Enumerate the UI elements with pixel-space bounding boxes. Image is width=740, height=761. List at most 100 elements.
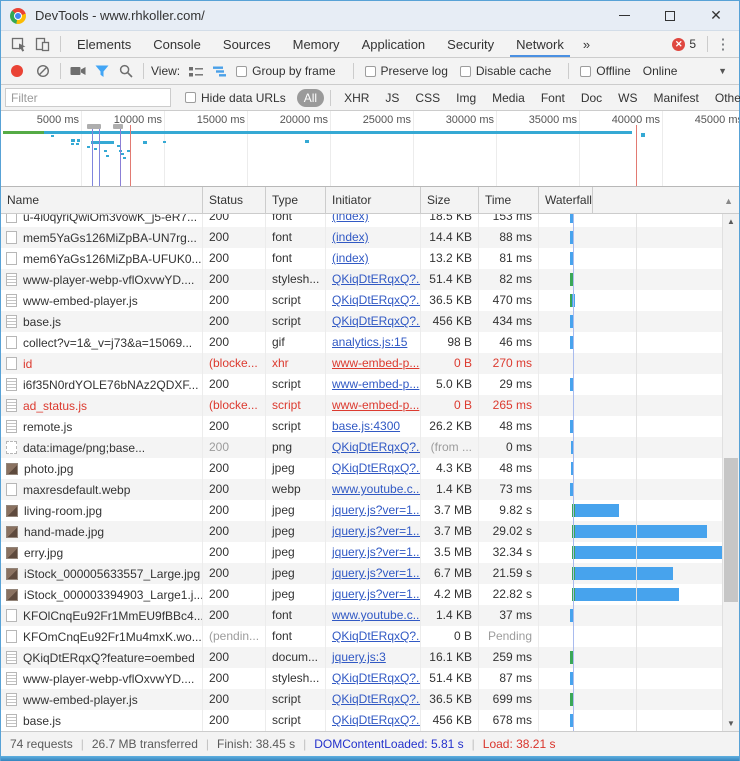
- initiator-link[interactable]: QKiqDtERqxQ?...: [332, 440, 421, 454]
- type-filter-ws[interactable]: WS: [611, 89, 644, 107]
- error-badge[interactable]: ✕ 5: [672, 37, 702, 51]
- column-header-status[interactable]: Status: [203, 187, 266, 213]
- initiator-link[interactable]: jquery.js:3: [332, 650, 386, 664]
- initiator-link[interactable]: www.youtube.c...: [332, 608, 421, 622]
- sort-arrow-icon[interactable]: ▲: [724, 196, 733, 206]
- offline-checkbox[interactable]: Offline: [580, 64, 630, 78]
- initiator-link[interactable]: www-embed-p...: [332, 398, 419, 412]
- column-header-type[interactable]: Type: [266, 187, 326, 213]
- type-filter-font[interactable]: Font: [534, 89, 572, 107]
- initiator-link[interactable]: jquery.js?ver=1...: [332, 503, 421, 517]
- table-row[interactable]: iStock_000003394903_Large1.j...200jpegjq…: [1, 584, 724, 605]
- initiator-link[interactable]: QKiqDtERqxQ?...: [332, 713, 421, 727]
- table-row[interactable]: id(blocke...xhrwww-embed-p...0 B270 ms: [1, 353, 724, 374]
- maximize-button[interactable]: [647, 1, 693, 30]
- column-header-initiator[interactable]: Initiator: [326, 187, 421, 213]
- search-button[interactable]: [114, 59, 138, 83]
- table-row[interactable]: www-embed-player.js200scriptQKiqDtERqxQ?…: [1, 290, 724, 311]
- initiator-link[interactable]: (index): [332, 230, 369, 244]
- table-row[interactable]: i6f35N0rdYOLE76bNAz2QDXF...200scriptwww-…: [1, 374, 724, 395]
- hide-data-urls-checkbox[interactable]: Hide data URLs: [185, 91, 286, 105]
- initiator-link[interactable]: QKiqDtERqxQ?...: [332, 272, 421, 286]
- vertical-scrollbar[interactable]: ▲ ▼: [722, 214, 739, 731]
- table-row[interactable]: collect?v=1&_v=j73&a=15069...200gifanaly…: [1, 332, 724, 353]
- disable-cache-checkbox[interactable]: Disable cache: [460, 64, 551, 78]
- type-filter-css[interactable]: CSS: [408, 89, 447, 107]
- timeline-drag-handle[interactable]: [113, 124, 123, 129]
- tab-console[interactable]: Console: [142, 31, 212, 57]
- type-filter-media[interactable]: Media: [485, 89, 532, 107]
- type-filter-other[interactable]: Other: [708, 89, 740, 107]
- initiator-link[interactable]: (index): [332, 214, 369, 223]
- column-header-size[interactable]: Size: [421, 187, 479, 213]
- tab-network[interactable]: Network: [505, 31, 575, 57]
- initiator-link[interactable]: QKiqDtERqxQ?...: [332, 629, 421, 643]
- type-filter-doc[interactable]: Doc: [574, 89, 609, 107]
- initiator-link[interactable]: jquery.js?ver=1...: [332, 587, 421, 601]
- type-filter-img[interactable]: Img: [449, 89, 483, 107]
- table-row[interactable]: base.js200scriptQKiqDtERqxQ?...456 KB434…: [1, 311, 724, 332]
- timeline-drag-handle[interactable]: [87, 124, 101, 129]
- initiator-link[interactable]: QKiqDtERqxQ?...: [332, 671, 421, 685]
- table-row[interactable]: www-embed-player.js200scriptQKiqDtERqxQ?…: [1, 689, 724, 710]
- table-row[interactable]: ad_status.js(blocke...scriptwww-embed-p.…: [1, 395, 724, 416]
- filter-toggle-button[interactable]: [90, 59, 114, 83]
- table-row[interactable]: www-player-webp-vflOxvwYD....200stylesh.…: [1, 269, 724, 290]
- table-row[interactable]: QKiqDtERqxQ?feature=oembed200docum...jqu…: [1, 647, 724, 668]
- view-list-button[interactable]: [184, 59, 208, 83]
- initiator-link[interactable]: www-embed-p...: [332, 356, 419, 370]
- filmstrip-button[interactable]: [66, 59, 90, 83]
- clear-button[interactable]: [31, 59, 55, 83]
- tab-application[interactable]: Application: [351, 31, 437, 57]
- close-button[interactable]: ✕: [693, 1, 739, 30]
- table-row[interactable]: u-4i0qyriQwiOm3vowK_j5-eR7...200font(ind…: [1, 214, 724, 227]
- scrollbar-thumb[interactable]: [724, 458, 738, 602]
- view-waterfall-button[interactable]: [208, 59, 232, 83]
- initiator-link[interactable]: base.js:4300: [332, 419, 400, 433]
- table-row[interactable]: iStock_000005633557_Large.jpg200jpegjque…: [1, 563, 724, 584]
- column-header-waterfall[interactable]: Waterfall: [539, 187, 593, 213]
- kebab-menu-button[interactable]: ⋮: [713, 35, 733, 53]
- filter-input[interactable]: [5, 88, 171, 107]
- table-row[interactable]: remote.js200scriptbase.js:430026.2 KB48 …: [1, 416, 724, 437]
- table-row[interactable]: erry.jpg200jpegjquery.js?ver=1...3.5 MB3…: [1, 542, 724, 563]
- initiator-link[interactable]: jquery.js?ver=1...: [332, 545, 421, 559]
- type-filter-manifest[interactable]: Manifest: [647, 89, 706, 107]
- table-row[interactable]: mem6YaGs126MiZpBA-UFUK0...200font(index)…: [1, 248, 724, 269]
- table-row[interactable]: living-room.jpg200jpegjquery.js?ver=1...…: [1, 500, 724, 521]
- tab-elements[interactable]: Elements: [66, 31, 142, 57]
- table-row[interactable]: data:image/png;base...200pngQKiqDtERqxQ?…: [1, 437, 724, 458]
- initiator-link[interactable]: (index): [332, 251, 369, 265]
- table-row[interactable]: mem5YaGs126MiZpBA-UN7rg...200font(index)…: [1, 227, 724, 248]
- column-header-time[interactable]: Time: [479, 187, 539, 213]
- type-filter-js[interactable]: JS: [378, 89, 406, 107]
- initiator-link[interactable]: jquery.js?ver=1...: [332, 524, 421, 538]
- type-filter-all[interactable]: All: [297, 89, 324, 107]
- throttling-select[interactable]: Online: [643, 64, 678, 78]
- inspect-element-button[interactable]: [7, 32, 31, 56]
- group-by-frame-checkbox[interactable]: Group by frame: [236, 64, 335, 78]
- initiator-link[interactable]: analytics.js:15: [332, 335, 407, 349]
- scroll-down-button[interactable]: ▼: [723, 716, 739, 731]
- tab-sources[interactable]: Sources: [212, 31, 282, 57]
- table-row[interactable]: hand-made.jpg200jpegjquery.js?ver=1...3.…: [1, 521, 724, 542]
- type-filter-xhr[interactable]: XHR: [337, 89, 376, 107]
- chevron-down-icon[interactable]: ▼: [718, 66, 731, 76]
- preserve-log-checkbox[interactable]: Preserve log: [365, 64, 448, 78]
- table-row[interactable]: www-player-webp-vflOxvwYD....200stylesh.…: [1, 668, 724, 689]
- table-row[interactable]: maxresdefault.webp200webpwww.youtube.c..…: [1, 479, 724, 500]
- table-row[interactable]: base.js200scriptQKiqDtERqxQ?...456 KB678…: [1, 710, 724, 731]
- table-row[interactable]: KFOmCnqEu92Fr1Mu4mxK.wo...(pendin...font…: [1, 626, 724, 647]
- scroll-up-button[interactable]: ▲: [723, 214, 739, 229]
- more-tabs-button[interactable]: »: [575, 37, 598, 52]
- minimize-button[interactable]: [601, 1, 647, 30]
- initiator-link[interactable]: QKiqDtERqxQ?...: [332, 461, 421, 475]
- initiator-link[interactable]: QKiqDtERqxQ?...: [332, 314, 421, 328]
- initiator-link[interactable]: QKiqDtERqxQ?...: [332, 692, 421, 706]
- record-button[interactable]: [11, 65, 23, 77]
- initiator-link[interactable]: QKiqDtERqxQ?...: [332, 293, 421, 307]
- column-header-name[interactable]: Name: [1, 187, 203, 213]
- table-row[interactable]: KFOlCnqEu92Fr1MmEU9fBBc4....200fontwww.y…: [1, 605, 724, 626]
- table-row[interactable]: photo.jpg200jpegQKiqDtERqxQ?...4.3 KB48 …: [1, 458, 724, 479]
- timeline-overview[interactable]: 5000 ms10000 ms15000 ms20000 ms25000 ms3…: [1, 111, 739, 187]
